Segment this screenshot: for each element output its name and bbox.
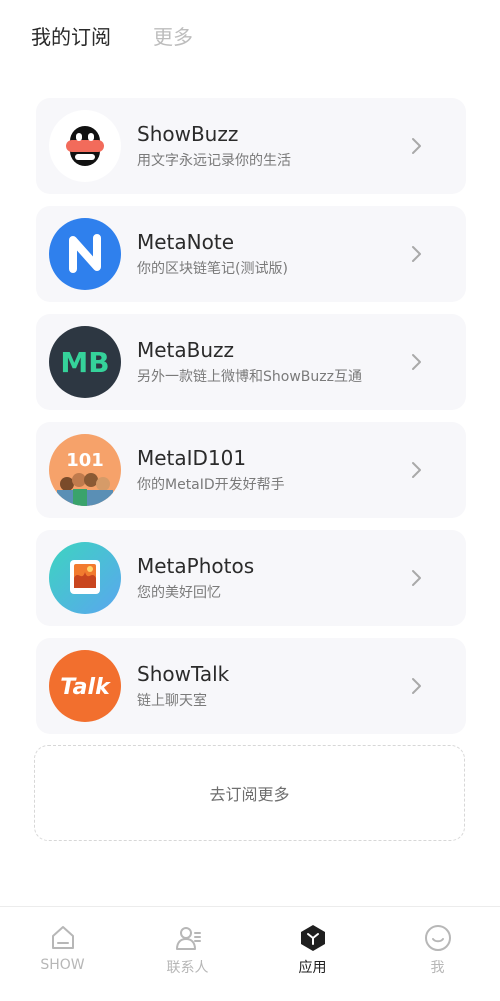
- app-card-metaphotos[interactable]: MetaPhotos 您的美好回忆: [36, 530, 466, 626]
- showtalk-logo-icon: Talk: [49, 650, 121, 722]
- nav-label: 我: [430, 960, 445, 976]
- app-card-showtalk[interactable]: Talk ShowTalk 链上聊天室: [36, 638, 466, 734]
- top-tabs: 我的订阅 更多: [31, 18, 193, 52]
- profile-smile-icon: [424, 925, 451, 951]
- svg-text:101: 101: [66, 450, 104, 471]
- app-description: 链上聊天室: [137, 693, 207, 709]
- metaid101-logo-icon: 101: [49, 434, 121, 506]
- nav-contacts[interactable]: 联系人: [125, 907, 250, 1001]
- svg-text:Talk: Talk: [60, 675, 111, 700]
- tab-more[interactable]: 更多: [153, 21, 193, 50]
- nav-label: 联系人: [166, 960, 209, 976]
- chevron-right-icon: [412, 570, 421, 586]
- chevron-right-icon: [412, 246, 421, 262]
- app-title: MetaBuzz: [137, 338, 235, 362]
- chevron-right-icon: [412, 138, 421, 154]
- app-card-metabuzz[interactable]: MB MetaBuzz 另外一款链上微博和ShowBuzz互通: [36, 314, 466, 410]
- svg-text:MB: MB: [60, 346, 109, 379]
- nav-label: SHOW: [40, 957, 85, 973]
- app-card-metaid101[interactable]: 101 MetaID101 你的MetaID开发好帮手: [36, 422, 466, 518]
- chevron-right-icon: [412, 462, 421, 478]
- app-title: ShowTalk: [137, 662, 230, 686]
- subscription-list: ShowBuzz 用文字永远记录你的生活 MetaNote 你的区块链笔记(测试…: [36, 98, 466, 746]
- tab-my-subscriptions[interactable]: 我的订阅: [31, 21, 111, 50]
- nav-label: 应用: [298, 960, 327, 976]
- app-description: 您的美好回忆: [137, 585, 221, 601]
- app-description: 另外一款链上微博和ShowBuzz互通: [137, 369, 362, 385]
- home-icon: [51, 926, 74, 949]
- chevron-right-icon: [412, 678, 421, 694]
- app-card-metanote[interactable]: MetaNote 你的区块链笔记(测试版): [36, 206, 466, 302]
- app-title: MetaPhotos: [137, 554, 255, 578]
- metaphotos-logo-icon: [49, 542, 121, 614]
- app-title: ShowBuzz: [137, 122, 239, 146]
- metabuzz-logo-icon: MB: [49, 326, 121, 398]
- app-title: MetaID101: [137, 446, 247, 470]
- chevron-right-icon: [412, 354, 421, 370]
- app-description: 你的MetaID开发好帮手: [137, 477, 285, 493]
- app-description: 用文字永远记录你的生活: [137, 153, 291, 169]
- metanote-logo-icon: [49, 218, 121, 290]
- subscribe-more-button[interactable]: 去订阅更多: [34, 745, 465, 841]
- nav-show[interactable]: SHOW: [0, 907, 125, 1001]
- app-card-showbuzz[interactable]: ShowBuzz 用文字永远记录你的生活: [36, 98, 466, 194]
- apps-icon: [300, 925, 325, 951]
- showbuzz-logo-icon: [49, 110, 121, 182]
- contacts-icon: [175, 927, 201, 950]
- app-title: MetaNote: [137, 230, 235, 254]
- bottom-navigation: SHOW 联系人 应用 我: [0, 906, 500, 1001]
- app-description: 你的区块链笔记(测试版): [137, 261, 288, 277]
- nav-me[interactable]: 我: [375, 907, 500, 1001]
- nav-apps[interactable]: 应用: [250, 907, 375, 1001]
